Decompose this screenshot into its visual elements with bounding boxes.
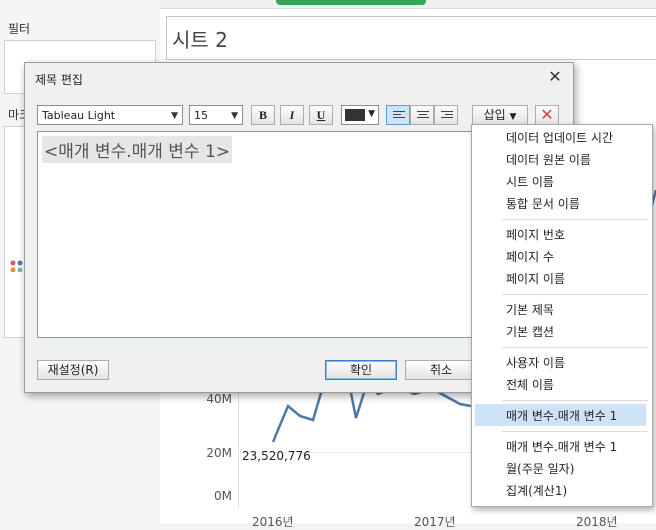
color-swatch [345, 109, 365, 121]
menu-item-page-name[interactable]: 페이지 이름 [506, 270, 565, 287]
align-right-icon [441, 111, 453, 120]
editor-content: <매개 변수.매개 변수 1> [42, 136, 233, 163]
color-dots-icon [10, 260, 23, 273]
x-axis-year: 2017년 [414, 515, 456, 529]
title-text-editor[interactable]: <매개 변수.매개 변수 1> [37, 131, 491, 338]
y-axis-label: 20M [206, 446, 232, 460]
chevron-down-icon: ▼ [171, 111, 178, 121]
menu-item-default-title[interactable]: 기본 제목 [506, 301, 554, 318]
insert-menu: 데이터 업데이트 시간 데이터 원본 이름 시트 이름 통합 문서 이름 페이지… [471, 124, 653, 507]
x-axis-year: 2016년 [252, 515, 294, 529]
chevron-down-icon: ▼ [231, 111, 238, 121]
font-family-value: Tableau Light [42, 109, 116, 122]
font-size-value: 15 [194, 109, 208, 122]
close-icon[interactable]: ✕ [545, 67, 565, 87]
ok-button[interactable]: 확인 [325, 360, 397, 380]
menu-item-workbook-name[interactable]: 통합 문서 이름 [506, 195, 580, 212]
menu-separator [502, 219, 648, 220]
insert-button[interactable]: 삽입 ▼ [472, 105, 528, 125]
menu-item-parameter[interactable]: 매개 변수.매개 변수 1 [506, 438, 617, 455]
x-axis-year: 2018년 [576, 515, 618, 529]
sheet-title-area[interactable] [166, 16, 656, 60]
italic-button[interactable]: I [280, 105, 304, 125]
text-color-picker[interactable]: ▼ [341, 105, 379, 125]
clear-x-icon[interactable]: ✕ [535, 105, 559, 125]
menu-item-month-order-date[interactable]: 월(주문 일자) [506, 460, 574, 477]
menu-item-data-update-time[interactable]: 데이터 업데이트 시간 [506, 129, 613, 146]
align-left-icon [393, 111, 405, 120]
align-center-button[interactable] [410, 105, 434, 125]
insert-label: 삽입 [483, 108, 506, 122]
menu-item-full-name[interactable]: 전체 이름 [506, 376, 554, 393]
menu-separator [502, 400, 648, 401]
menu-item-sheet-name[interactable]: 시트 이름 [506, 173, 554, 190]
underline-button[interactable]: U [309, 105, 333, 125]
menu-item-default-caption[interactable]: 기본 캡션 [506, 323, 554, 340]
y-axis-label: 0M [214, 489, 232, 503]
chevron-down-icon: ▼ [509, 112, 517, 122]
font-family-select[interactable]: Tableau Light ▼ [37, 105, 183, 125]
menu-item-user-name[interactable]: 사용자 이름 [506, 354, 565, 371]
active-indicator [276, 0, 426, 5]
align-left-button[interactable] [386, 105, 410, 125]
font-size-select[interactable]: 15 ▼ [189, 105, 243, 125]
menu-item-data-source-name[interactable]: 데이터 원본 이름 [506, 151, 591, 168]
menu-separator [502, 347, 648, 348]
menu-separator [502, 294, 648, 295]
cancel-button[interactable]: 취소 [405, 360, 477, 380]
align-right-button[interactable] [434, 105, 458, 125]
menu-item-page-count[interactable]: 페이지 수 [506, 248, 554, 265]
menu-item-parameter[interactable]: 매개 변수.매개 변수 1 [506, 407, 617, 424]
dialog-title: 제목 편집 [35, 73, 83, 87]
filters-shelf-title: 필터 [8, 22, 31, 36]
reset-button[interactable]: 재설정(R) [37, 360, 109, 380]
bold-button[interactable]: B [251, 105, 275, 125]
chevron-down-icon: ▼ [368, 109, 375, 119]
menu-item-agg-calc[interactable]: 집계(계산1) [506, 482, 567, 499]
data-label: 23,520,776 [242, 449, 311, 463]
menu-separator [502, 431, 648, 432]
sheet-title: 시트 2 [172, 28, 228, 52]
menu-item-page-number[interactable]: 페이지 번호 [506, 226, 565, 243]
align-center-icon [417, 111, 429, 120]
y-axis-label: 40M [206, 392, 232, 406]
